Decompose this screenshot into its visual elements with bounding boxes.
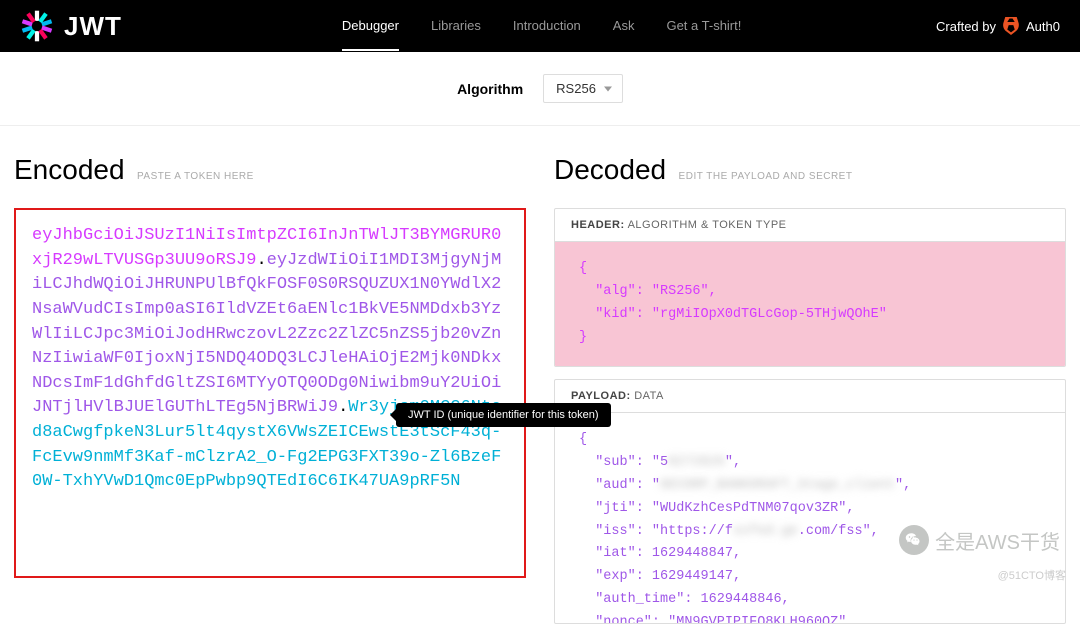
encoded-subtitle: PASTE A TOKEN HERE: [137, 171, 254, 182]
algorithm-row: Algorithm RS256: [0, 52, 1080, 126]
crafted-brand: Auth0: [1026, 19, 1060, 34]
nav-introduction[interactable]: Introduction: [513, 18, 581, 35]
decoded-subtitle: EDIT THE PAYLOAD AND SECRET: [679, 171, 853, 182]
main-nav: Debugger Libraries Introduction Ask Get …: [342, 18, 741, 35]
auth0-icon: [1002, 17, 1020, 35]
nav-tshirt[interactable]: Get a T-shirt!: [666, 18, 741, 35]
watermark-51cto: @51CTO博客: [998, 567, 1066, 583]
wechat-icon: [899, 525, 929, 555]
encoded-token-input[interactable]: eyJhbGciOiJSUzI1NiIsImtpZCI6InJnTWlJT3BY…: [14, 208, 526, 578]
payload-json[interactable]: { "sub": "50272826", "aud": "GECORP_BANK…: [555, 413, 1065, 623]
nav-debugger[interactable]: Debugger: [342, 18, 399, 51]
header-panel-title: HEADER: ALGORITHM & TOKEN TYPE: [555, 209, 1065, 242]
logo[interactable]: JWT: [20, 9, 122, 43]
watermark-wechat: 全是AWS干货: [899, 525, 1060, 555]
token-payload-part: eyJzdWIiOiI1MDI3MjgyNjMiLCJhdWQiOiJHRUNP…: [32, 251, 501, 418]
jwt-star-icon: [20, 9, 54, 43]
crafted-by-label: Crafted by: [936, 19, 996, 34]
decoded-title: Decoded: [554, 154, 666, 185]
payload-panel-title: PAYLOAD: DATA: [555, 380, 1065, 413]
nav-libraries[interactable]: Libraries: [431, 18, 481, 35]
payload-panel: PAYLOAD: DATA { "sub": "50272826", "aud"…: [554, 379, 1066, 624]
token-dot: .: [338, 398, 348, 417]
algorithm-value: RS256: [556, 81, 596, 96]
nav-ask[interactable]: Ask: [613, 18, 635, 35]
jti-tooltip: JWT ID (unique identifier for this token…: [396, 403, 611, 427]
token-dot: .: [256, 251, 266, 270]
algorithm-select[interactable]: RS256: [543, 74, 623, 103]
algorithm-label: Algorithm: [457, 81, 523, 97]
logo-text: JWT: [64, 11, 122, 42]
header-panel: HEADER: ALGORITHM & TOKEN TYPE { "alg": …: [554, 208, 1066, 367]
encoded-title: Encoded: [14, 154, 125, 185]
crafted-by[interactable]: Crafted by Auth0: [936, 17, 1060, 35]
encoded-column: Encoded PASTE A TOKEN HERE eyJhbGciOiJSU…: [14, 154, 526, 624]
header-json[interactable]: { "alg": "RS256", "kid": "rgMiIOpX0dTGLc…: [555, 242, 1065, 366]
top-nav-bar: JWT Debugger Libraries Introduction Ask …: [0, 0, 1080, 52]
